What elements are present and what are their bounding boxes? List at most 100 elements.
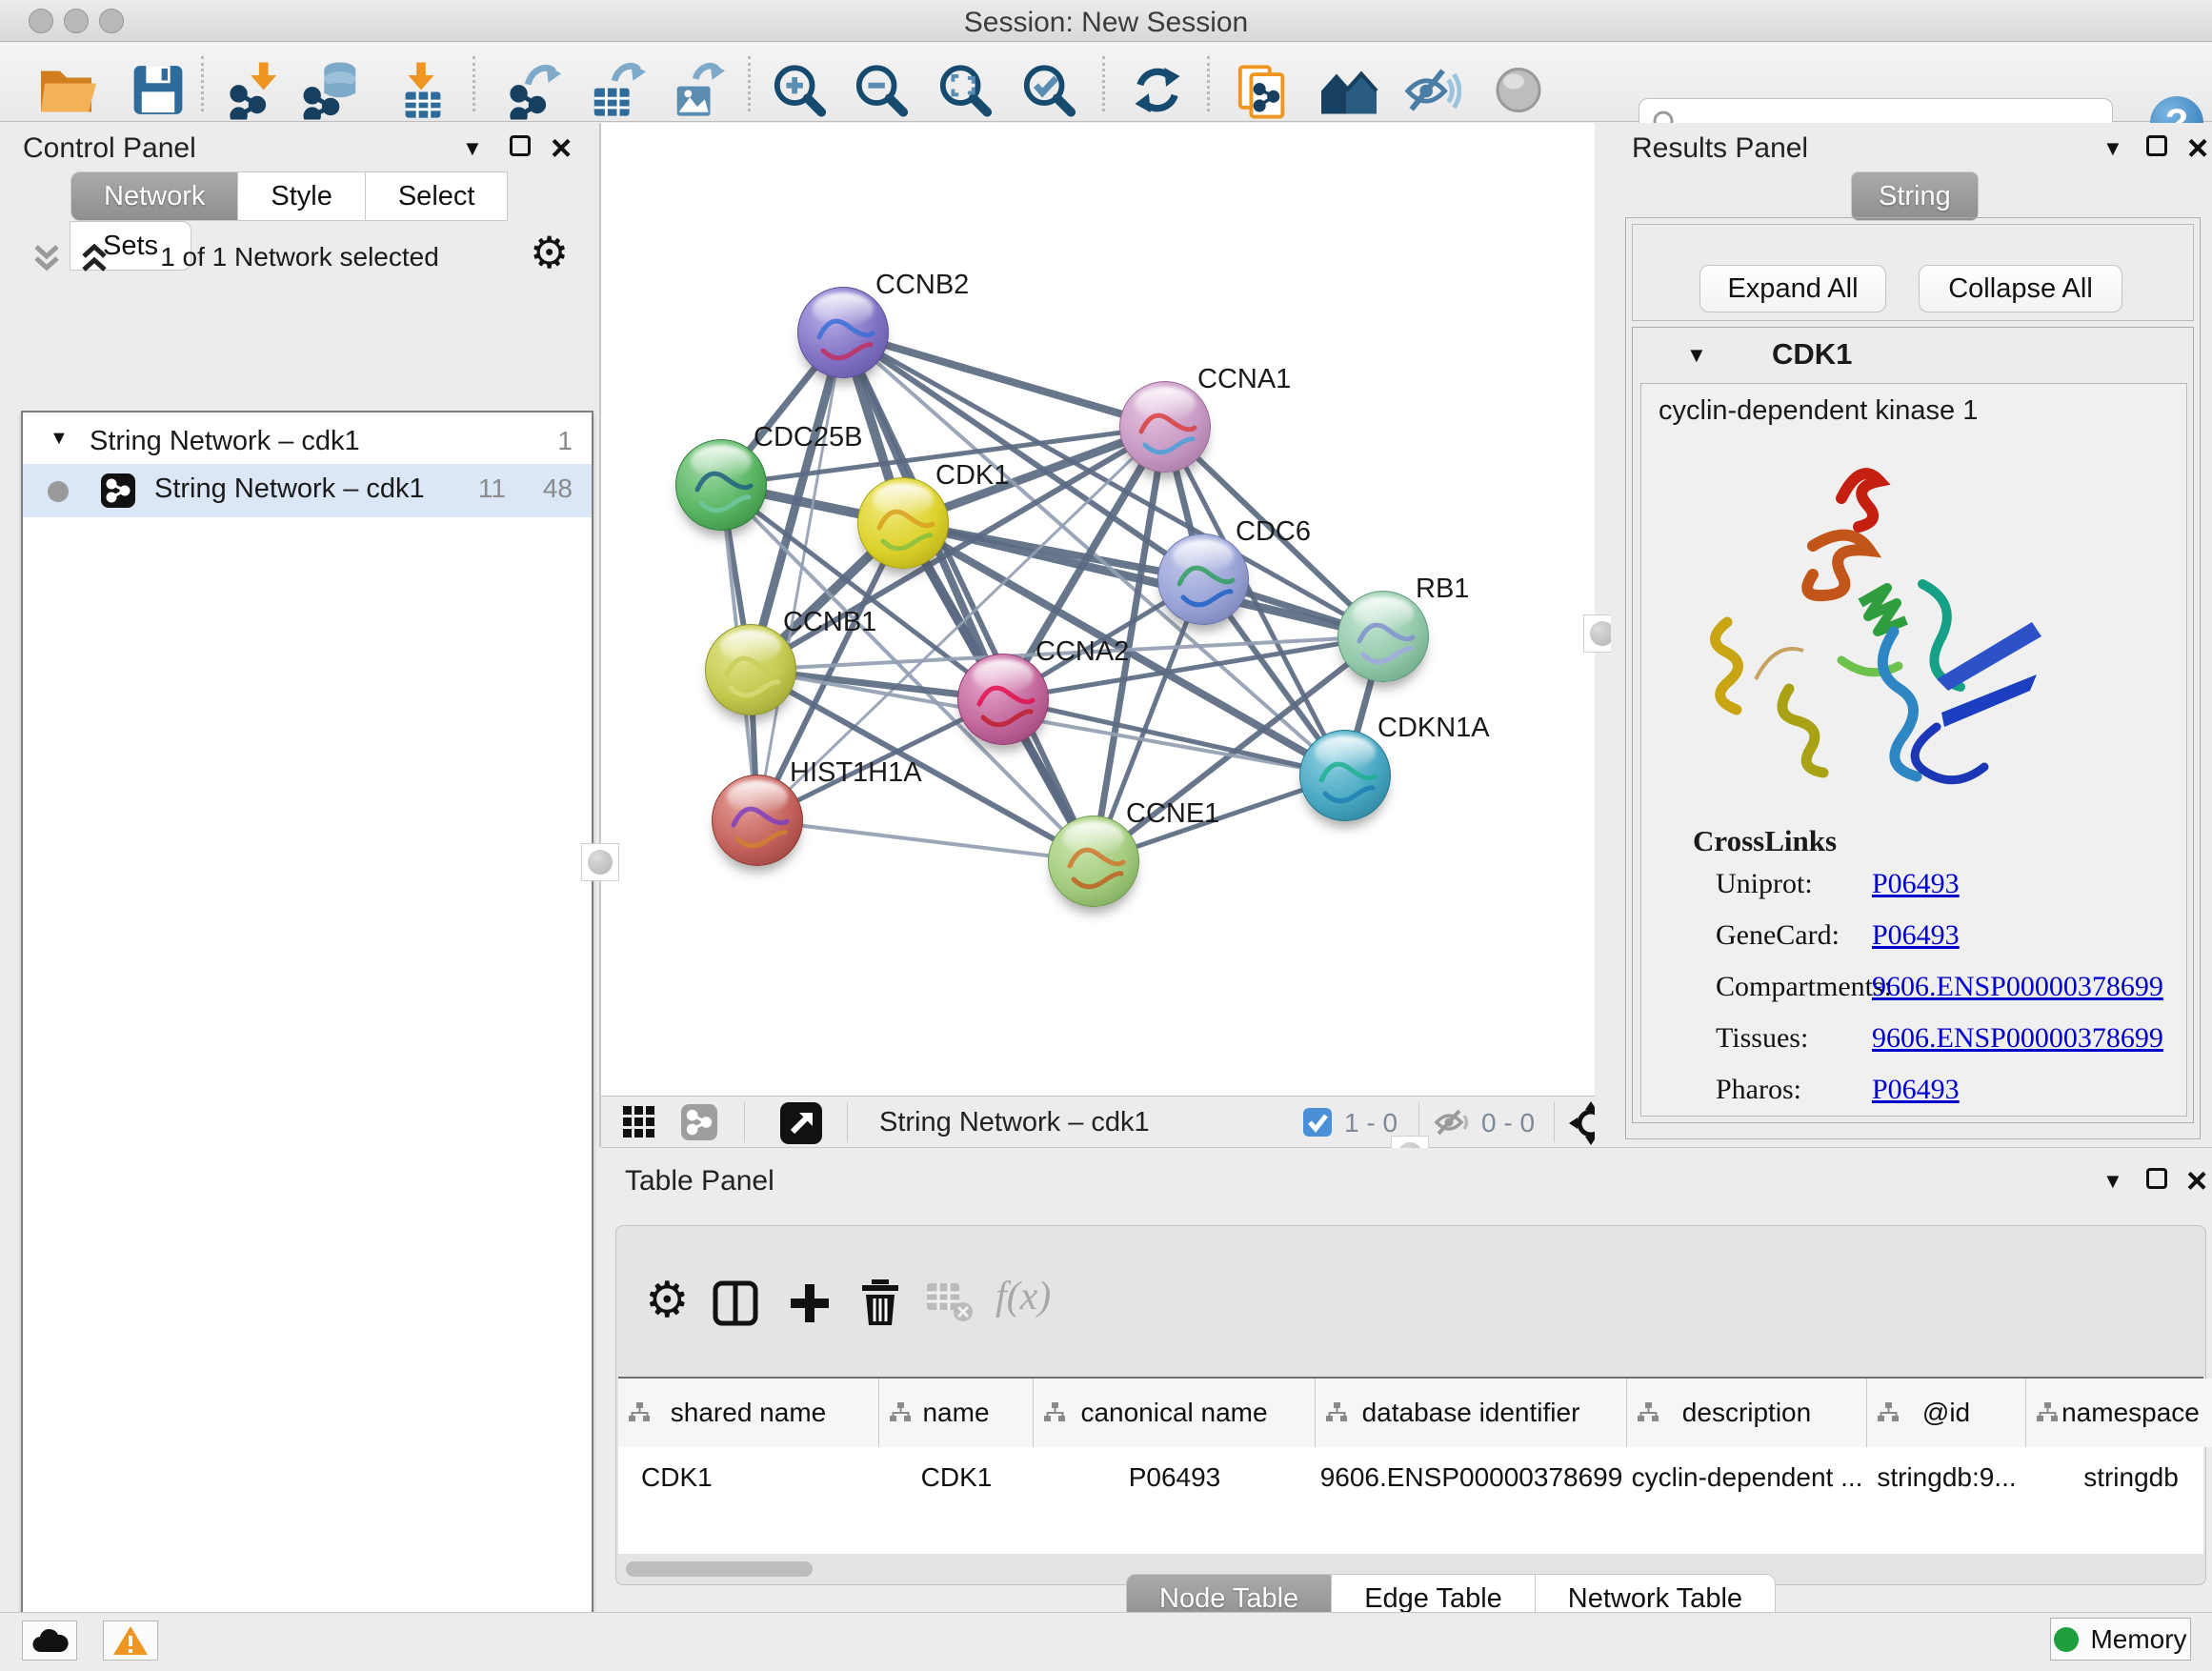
table-options-gear-icon[interactable]: ⚙ bbox=[645, 1276, 690, 1325]
open-session-icon[interactable] bbox=[36, 62, 99, 124]
results-panel-title: Results Panel bbox=[1632, 132, 1808, 165]
main-toolbar: ? bbox=[0, 43, 2212, 122]
tab-string[interactable]: String bbox=[1851, 171, 1979, 221]
home-networks-icon[interactable] bbox=[1317, 63, 1380, 123]
network-overview-icon[interactable] bbox=[681, 1104, 717, 1140]
cloud-button[interactable] bbox=[22, 1621, 77, 1661]
selected-checkbox-icon[interactable] bbox=[1302, 1107, 1333, 1142]
birdseye-grid-icon[interactable] bbox=[622, 1105, 656, 1144]
clone-network-icon[interactable] bbox=[1235, 60, 1294, 126]
crosslink-link[interactable]: P06493 bbox=[1872, 868, 1960, 900]
import-network-database-icon[interactable] bbox=[300, 61, 367, 125]
save-session-icon[interactable] bbox=[131, 63, 186, 123]
node-label: CCNA1 bbox=[1197, 364, 1291, 395]
network-view-toolbar: String Network – cdk1 1 - 0 0 - 0 bbox=[601, 1096, 1595, 1147]
gene-description: cyclin-dependent kinase 1 bbox=[1659, 395, 1978, 427]
zoom-fit-icon[interactable] bbox=[935, 61, 995, 125]
memory-label: Memory bbox=[2090, 1624, 2186, 1655]
column-header-name[interactable]: name bbox=[879, 1379, 1034, 1447]
panel-float-icon[interactable] bbox=[510, 135, 531, 156]
table-cell[interactable]: stringdb:9... bbox=[1867, 1447, 2026, 1508]
panel-menu-icon[interactable]: ▼ bbox=[2102, 1169, 2123, 1194]
crosslink-link[interactable]: 9606.ENSP00000378699 bbox=[1872, 971, 2163, 1003]
table-cell[interactable]: CDK1 bbox=[618, 1447, 879, 1508]
add-column-icon[interactable] bbox=[786, 1279, 834, 1332]
memory-button[interactable]: Memory bbox=[2050, 1618, 2191, 1661]
column-header--id[interactable]: @id bbox=[1867, 1379, 2026, 1447]
column-header-description[interactable]: description bbox=[1627, 1379, 1867, 1447]
table-cell[interactable]: cyclin-dependent ... bbox=[1627, 1447, 1867, 1508]
export-image-icon[interactable] bbox=[667, 61, 728, 125]
network-view-canvas[interactable]: CCNB2 CCNA1 CDC25B CDK1 CDC6 RB1 CCNB1 C… bbox=[601, 123, 1595, 1096]
network-edge[interactable] bbox=[1003, 699, 1345, 775]
node-label: RB1 bbox=[1416, 574, 1469, 605]
tab-select[interactable]: Select bbox=[365, 171, 509, 221]
tab-network[interactable]: Network bbox=[70, 171, 238, 221]
delete-table-icon-disabled bbox=[925, 1281, 975, 1328]
results-panel-body: Expand All Collapse All ▼ CDK1 cyclin-de… bbox=[1625, 217, 2201, 1139]
column-header-shared-name[interactable]: shared name bbox=[618, 1379, 879, 1447]
network-row-selected[interactable]: String Network – cdk1 11 48 bbox=[23, 464, 592, 517]
hidden-eye-slash-icon bbox=[1434, 1107, 1474, 1142]
panel-menu-icon[interactable]: ▼ bbox=[2102, 136, 2123, 161]
export-network-icon[interactable] bbox=[505, 61, 566, 125]
left-splitter-handle[interactable] bbox=[581, 843, 619, 881]
table-cell[interactable]: P06493 bbox=[1034, 1447, 1316, 1508]
divider bbox=[599, 123, 601, 1147]
column-header-namespace[interactable]: namespace bbox=[2026, 1379, 2212, 1447]
zoom-out-icon[interactable] bbox=[852, 61, 911, 125]
crosslink-link[interactable]: P06493 bbox=[1872, 1074, 1960, 1106]
network-edge[interactable] bbox=[843, 332, 1165, 427]
panel-close-icon[interactable]: × bbox=[2186, 1161, 2207, 1202]
network-view-title: String Network – cdk1 bbox=[879, 1107, 1150, 1138]
results-buttons-box: Expand All Collapse All bbox=[1632, 224, 2194, 321]
node-label: CDC6 bbox=[1236, 516, 1311, 548]
graphics-lod-icon[interactable] bbox=[1491, 63, 1546, 123]
hide-graphics-details-icon[interactable] bbox=[1402, 63, 1461, 123]
crosslink-link[interactable]: 9606.ENSP00000378699 bbox=[1872, 1022, 2163, 1055]
column-header-canonical-name[interactable]: canonical name bbox=[1034, 1379, 1316, 1447]
export-table-icon[interactable] bbox=[586, 61, 649, 125]
panel-float-icon[interactable] bbox=[2146, 1168, 2167, 1189]
refresh-icon[interactable] bbox=[1129, 63, 1186, 123]
crosslink-label: Uniprot: bbox=[1716, 868, 1813, 900]
column-header-database-identifier[interactable]: database identifier bbox=[1316, 1379, 1627, 1447]
cloud-icon bbox=[30, 1627, 69, 1654]
import-network-file-icon[interactable] bbox=[226, 61, 285, 125]
control-panel-title: Control Panel bbox=[23, 132, 196, 165]
panel-menu-icon[interactable]: ▼ bbox=[462, 136, 483, 161]
table-cell[interactable]: stringdb bbox=[2026, 1447, 2212, 1508]
window-title: Session: New Session bbox=[0, 7, 2212, 39]
titlebar: Session: New Session bbox=[0, 0, 2212, 42]
network-edges bbox=[601, 123, 1595, 1096]
warnings-button[interactable] bbox=[103, 1621, 158, 1661]
panel-close-icon[interactable]: × bbox=[2187, 129, 2208, 170]
zoom-selected-icon[interactable] bbox=[1019, 61, 1078, 125]
toolbar-separator bbox=[473, 56, 475, 111]
node-label: CCNA2 bbox=[1036, 636, 1129, 668]
control-panel: Control Panel ▼ × NetworkStyleSelectSets… bbox=[0, 123, 599, 1610]
network-edge[interactable] bbox=[757, 332, 843, 820]
tab-style[interactable]: Style bbox=[237, 171, 365, 221]
expand-all-button[interactable]: Expand All bbox=[1699, 265, 1886, 312]
network-edge[interactable] bbox=[757, 820, 1094, 861]
network-options-gear-icon[interactable]: ⚙ bbox=[530, 231, 569, 274]
crosslink-row: Pharos:P06493 bbox=[1641, 1074, 2186, 1125]
table-cell[interactable]: 9606.ENSP00000378699 bbox=[1316, 1447, 1627, 1508]
collection-expand-icon[interactable]: ▼ bbox=[50, 428, 69, 450]
node-table-grid: shared namenamecanonical namedatabase id… bbox=[618, 1377, 2203, 1554]
crosslink-label: GeneCard: bbox=[1716, 919, 1840, 952]
table-cell[interactable]: CDK1 bbox=[879, 1447, 1034, 1508]
collapse-all-button[interactable]: Collapse All bbox=[1919, 265, 2122, 312]
delete-column-icon[interactable] bbox=[858, 1278, 902, 1332]
import-table-icon[interactable] bbox=[392, 61, 452, 125]
panel-close-icon[interactable]: × bbox=[551, 129, 572, 170]
horizontal-scrollbar-thumb[interactable] bbox=[626, 1561, 813, 1577]
panel-float-icon[interactable] bbox=[2146, 135, 2167, 156]
zoom-in-icon[interactable] bbox=[770, 61, 829, 125]
section-collapse-icon[interactable]: ▼ bbox=[1686, 343, 1707, 368]
crosslink-link[interactable]: P06493 bbox=[1872, 919, 1960, 952]
choose-columns-icon[interactable] bbox=[712, 1279, 759, 1332]
network-collection-row[interactable]: ▼ String Network – cdk1 1 bbox=[23, 416, 592, 470]
detach-view-icon[interactable] bbox=[780, 1102, 822, 1144]
